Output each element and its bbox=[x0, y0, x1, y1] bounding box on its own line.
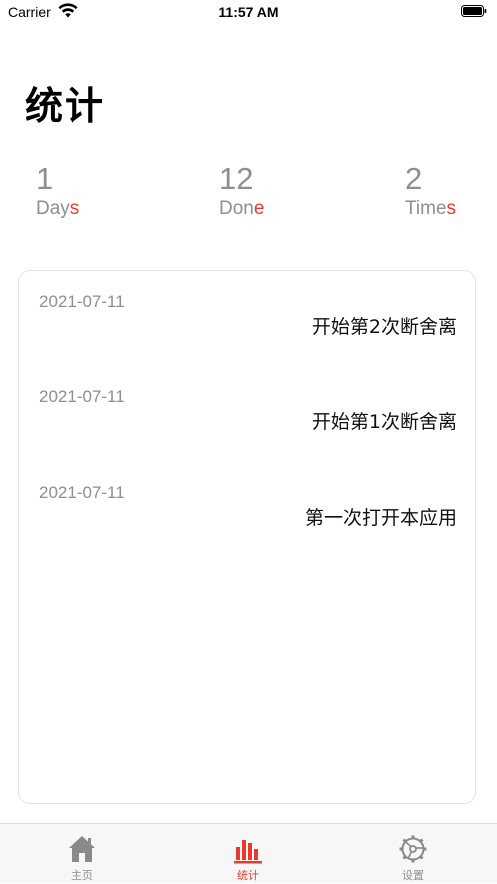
status-bar: Carrier 11:57 AM bbox=[0, 0, 497, 26]
settings-icon bbox=[399, 835, 427, 863]
home-icon bbox=[69, 836, 95, 862]
tab-stats[interactable]: 统计 bbox=[188, 824, 308, 884]
stat-done-label: Done bbox=[219, 198, 265, 219]
stat-days-value: 1 bbox=[36, 161, 54, 196]
log-entry: 2021-07-11 第一次打开本应用 bbox=[19, 482, 477, 562]
stat-done: 12 Done bbox=[219, 160, 264, 222]
stat-times-label: Times bbox=[405, 198, 457, 219]
activity-log-card[interactable]: 2021-07-11 开始第2次断舍离 2021-07-11 开始第1次断舍离 … bbox=[18, 270, 476, 804]
battery-icon bbox=[461, 5, 487, 17]
status-time: 11:57 AM bbox=[218, 4, 279, 20]
bar-chart-icon bbox=[234, 840, 262, 864]
tab-settings[interactable]: 设置 bbox=[353, 824, 473, 884]
log-entry-date: 2021-07-11 bbox=[39, 387, 125, 406]
log-entry-text: 开始第2次断舍离 bbox=[311, 316, 457, 338]
stat-days-label: Days bbox=[36, 198, 80, 219]
log-entry-date: 2021-07-11 bbox=[39, 483, 125, 502]
tab-home-label: 主页 bbox=[71, 869, 93, 882]
stat-times-value: 2 bbox=[405, 161, 423, 196]
log-entry-date: 2021-07-11 bbox=[39, 292, 125, 311]
tab-settings-label: 设置 bbox=[402, 869, 424, 882]
page-title: 统计 bbox=[25, 84, 106, 128]
tab-stats-label: 统计 bbox=[237, 869, 259, 882]
stat-days: 1 Days bbox=[36, 160, 79, 222]
log-entry-text: 第一次打开本应用 bbox=[304, 507, 457, 529]
stat-done-value: 12 bbox=[219, 161, 254, 196]
log-entry: 2021-07-11 开始第2次断舍离 bbox=[19, 291, 477, 371]
tab-bar: 主页 统计 设置 bbox=[0, 823, 497, 883]
log-entry-text: 开始第1次断舍离 bbox=[311, 411, 457, 433]
log-entry: 2021-07-11 开始第1次断舍离 bbox=[19, 386, 477, 466]
tab-home[interactable]: 主页 bbox=[22, 824, 142, 884]
stat-times: 2 Times bbox=[405, 160, 456, 222]
